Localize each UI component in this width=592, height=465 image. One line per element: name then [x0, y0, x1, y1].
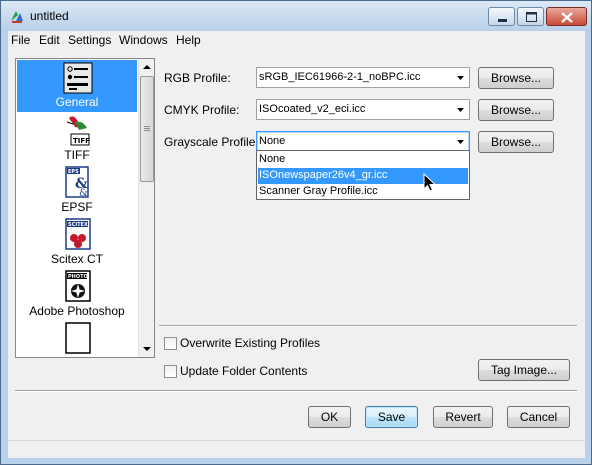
window-title: untitled [30, 9, 69, 23]
rgb-profile-label: RGB Profile: [164, 71, 231, 85]
menu-bar: File Edit Settings Windows Help [8, 31, 585, 50]
scrollbar-thumb[interactable] [140, 76, 154, 182]
update-folder-checkbox[interactable] [164, 365, 177, 378]
footer-divider [15, 390, 577, 392]
sidebar-item-label: EPSF [61, 200, 93, 214]
status-bar [8, 440, 585, 458]
document-icon [65, 322, 91, 354]
minimize-icon [498, 19, 507, 22]
update-folder-label[interactable]: Update Folder Contents [180, 364, 307, 378]
tiff-icon: TIFF [66, 116, 90, 146]
grayscale-profile-select[interactable]: None [256, 131, 470, 152]
sidebar-item-photoshop[interactable]: PHOTO Adobe Photoshop [17, 269, 137, 321]
photoshop-icon: PHOTO [65, 270, 91, 302]
grayscale-profile-value: None [259, 135, 286, 147]
menu-windows[interactable]: Windows [119, 33, 168, 47]
svg-text:SCITEX: SCITEX [68, 222, 88, 228]
menu-file[interactable]: File [11, 33, 30, 47]
svg-text:&: & [79, 188, 88, 199]
sidebar-item-label: Adobe Photoshop [29, 304, 125, 318]
cmyk-profile-label: CMYK Profile: [164, 103, 240, 117]
close-icon [561, 12, 573, 23]
general-settings-icon [63, 62, 93, 94]
sidebar-item-label: General [55, 95, 99, 109]
tag-image-button[interactable]: Tag Image... [478, 359, 570, 381]
mouse-cursor-icon [423, 173, 437, 192]
close-button[interactable] [546, 7, 587, 26]
revert-button[interactable]: Revert [433, 406, 493, 428]
title-bar[interactable]: untitled [1, 1, 591, 31]
ok-button[interactable]: OK [308, 406, 351, 428]
overwrite-profiles-checkbox[interactable] [164, 337, 177, 350]
cmyk-profile-select[interactable]: ISOcoated_v2_eci.icc [256, 99, 470, 120]
sidebar-item-scitex[interactable]: SCITEX Scitex CT [17, 217, 137, 269]
format-list-items: General TIFF TIFF EPS & & EPSF SCITEX Sc… [16, 59, 138, 357]
rgb-browse-button[interactable]: Browse... [478, 67, 554, 89]
grayscale-browse-button[interactable]: Browse... [478, 131, 554, 153]
sidebar-item-general[interactable]: General [17, 60, 137, 112]
options-divider [159, 325, 577, 327]
overwrite-profiles-label[interactable]: Overwrite Existing Profiles [180, 336, 320, 350]
cancel-button[interactable]: Cancel [507, 406, 570, 428]
rgb-profile-value: sRGB_IEC61966-2-1_noBPC.icc [259, 71, 421, 83]
format-list-scrollbar[interactable] [138, 59, 154, 357]
chevron-down-icon [457, 108, 464, 112]
sidebar-item-label: TIFF [64, 148, 90, 162]
app-icon [11, 11, 23, 23]
minimize-button[interactable] [488, 7, 515, 26]
scroll-up-icon[interactable] [139, 59, 155, 75]
grayscale-profile-label: Grayscale Profile: [164, 135, 259, 149]
svg-text:TIFF: TIFF [73, 137, 90, 145]
maximize-icon [526, 12, 537, 22]
cmyk-browse-button[interactable]: Browse... [478, 99, 554, 121]
scitex-ct-icon: SCITEX [65, 218, 91, 250]
sidebar-item-label: Scitex CT [50, 252, 103, 266]
app-window: untitled File Edit Settings Windows Help [0, 0, 592, 465]
client-area: File Edit Settings Windows Help General … [8, 31, 585, 458]
svg-text:EPS: EPS [68, 169, 79, 175]
scroll-down-icon[interactable] [139, 341, 155, 357]
dropdown-option-none[interactable]: None [258, 152, 468, 168]
grayscale-profile-dropdown: None ISOnewspaper26v4_gr.icc Scanner Gra… [256, 150, 470, 200]
format-list[interactable]: General TIFF TIFF EPS & & EPSF SCITEX Sc… [15, 58, 155, 358]
menu-edit[interactable]: Edit [39, 33, 60, 47]
svg-text:PHOTO: PHOTO [68, 274, 88, 280]
chevron-down-icon [457, 76, 464, 80]
epsf-icon: EPS & & [65, 166, 89, 199]
menu-help[interactable]: Help [176, 33, 201, 47]
cmyk-profile-value: ISOcoated_v2_eci.icc [259, 103, 366, 115]
maximize-button[interactable] [517, 7, 544, 26]
save-button[interactable]: Save [365, 406, 418, 428]
menu-settings[interactable]: Settings [68, 33, 111, 47]
sidebar-item-epsf[interactable]: EPS & & EPSF [17, 165, 137, 217]
sidebar-item-partial[interactable] [17, 321, 137, 357]
sidebar-item-tiff[interactable]: TIFF TIFF [17, 113, 137, 165]
rgb-profile-select[interactable]: sRGB_IEC61966-2-1_noBPC.icc [256, 67, 470, 88]
chevron-down-icon [457, 140, 464, 144]
